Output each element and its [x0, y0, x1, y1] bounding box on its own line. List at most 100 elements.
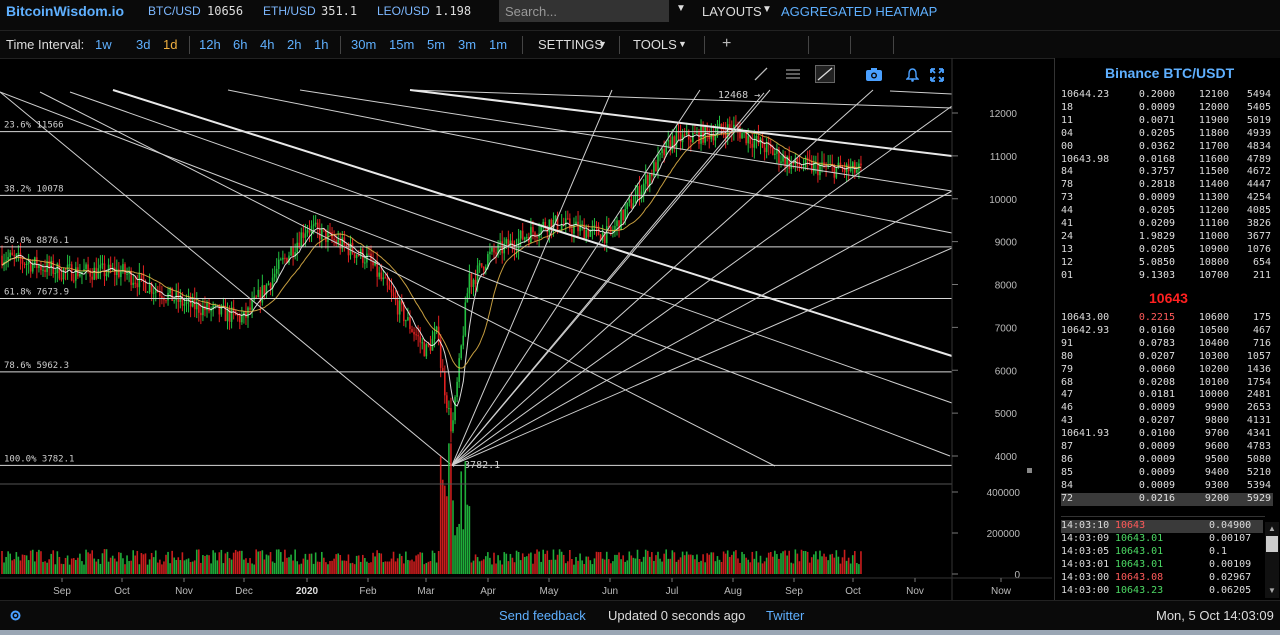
- orderbook-level: 10800: [1198, 256, 1229, 268]
- candle-body: [675, 132, 678, 148]
- interval-3d[interactable]: 3d: [136, 37, 150, 52]
- volume-bar: [107, 561, 110, 574]
- orderbook-bid-row[interactable]: 10643.00 0.2215 10600 175: [1061, 312, 1273, 325]
- volume-bar: [292, 560, 294, 574]
- volume-bar: [542, 549, 544, 574]
- volume-bar: [7, 551, 9, 574]
- orderbook-bid-row[interactable]: 10641.93 0.0100 9700 4341: [1061, 428, 1273, 441]
- interval-2h[interactable]: 2h: [287, 37, 301, 52]
- trades-scrollbar[interactable]: ▲ ▼: [1265, 522, 1279, 598]
- orderbook-ask-row[interactable]: 73 0.0009 11300 4254: [1061, 192, 1273, 205]
- ticker-ethusd-label[interactable]: ETH/USD: [263, 4, 316, 18]
- interval-1h[interactable]: 1h: [314, 37, 328, 52]
- orderbook-ask-row[interactable]: 12 5.0850 10800 654: [1061, 257, 1273, 270]
- orderbook-bid-row[interactable]: 46 0.0009 9900 2653: [1061, 402, 1273, 415]
- price-chart[interactable]: 23.6% 11566 38.2% 10078 50.0% 8876.1 61.8% …: [0, 58, 1052, 600]
- scroll-marker: [1027, 468, 1032, 473]
- orderbook-vol: 0.0009: [1138, 101, 1175, 113]
- interval-4h[interactable]: 4h: [260, 37, 274, 52]
- brand-logo[interactable]: BitcoinWisdom.io: [6, 3, 124, 19]
- trade-amount: 0.00109: [1209, 558, 1252, 570]
- ticker-leousd-value: 1.198: [435, 4, 472, 18]
- scroll-down-icon[interactable]: ▼: [1268, 586, 1276, 595]
- candle-body: [663, 149, 665, 156]
- ticker-leousd-label[interactable]: LEO/USD: [377, 4, 430, 18]
- orderbook-bid-row[interactable]: 47 0.0181 10000 2481: [1061, 389, 1273, 402]
- settings-gear-icon[interactable]: [9, 609, 22, 622]
- interval-12h[interactable]: 12h: [199, 37, 221, 52]
- orderbook-bid-row[interactable]: 85 0.0009 9400 5210: [1061, 467, 1273, 480]
- orderbook-ask-row[interactable]: 44 0.0205 11200 4085: [1061, 205, 1273, 218]
- search-input[interactable]: [499, 0, 669, 22]
- search-dropdown-icon[interactable]: ▼: [676, 3, 686, 14]
- ticker-btcusd-label[interactable]: BTC/USD: [148, 4, 201, 18]
- send-feedback-link[interactable]: Send feedback: [499, 608, 586, 623]
- orderbook-ask-row[interactable]: 04 0.0205 11800 4939: [1061, 128, 1273, 141]
- settings-chevron-icon[interactable]: ▼: [598, 39, 607, 49]
- orderbook-bid-row[interactable]: 72 0.0216 9200 5929: [1061, 492, 1273, 506]
- interval-5m[interactable]: 5m: [427, 37, 445, 52]
- aggregated-heatmap-link[interactable]: AGGREGATED HEATMAP: [781, 4, 937, 19]
- candle-body: [185, 301, 188, 304]
- volume-bar: [259, 551, 262, 574]
- volume-bar: [478, 561, 481, 574]
- low-annotation: ← 3782.1: [452, 460, 500, 471]
- candle-body: [7, 257, 9, 261]
- orderbook-vol: 0.0207: [1138, 350, 1175, 362]
- candle-body: [798, 165, 801, 167]
- orderbook-ask-row[interactable]: 00 0.0362 11700 4834: [1061, 141, 1273, 154]
- orderbook-bid-row[interactable]: 79 0.0060 10200 1436: [1061, 364, 1273, 377]
- twitter-link[interactable]: Twitter: [766, 608, 804, 623]
- volume-bar: [126, 555, 128, 574]
- candle-body: [75, 267, 77, 281]
- volume-bar: [630, 555, 633, 574]
- orderbook-ask-row[interactable]: 01 9.1303 10700 211: [1061, 270, 1273, 283]
- volume-bar: [189, 562, 192, 574]
- orderbook-ask-row[interactable]: 78 0.2818 11400 4447: [1061, 179, 1273, 192]
- volume-bar: [148, 559, 151, 574]
- interval-30m[interactable]: 30m: [351, 37, 376, 52]
- orderbook-ask-row[interactable]: 10643.98 0.0168 11600 4789: [1061, 154, 1273, 167]
- interval-15m[interactable]: 15m: [389, 37, 414, 52]
- volume-bar: [813, 554, 815, 574]
- candle-body: [275, 268, 278, 274]
- orderbook-bid-row[interactable]: 86 0.0009 9500 5080: [1061, 454, 1273, 467]
- fan-line: [451, 105, 953, 466]
- tools-menu[interactable]: TOOLS: [633, 37, 677, 52]
- orderbook-bid-row[interactable]: 43 0.0207 9800 4131: [1061, 415, 1273, 428]
- orderbook-bid-row[interactable]: 84 0.0009 9300 5394: [1061, 480, 1273, 493]
- orderbook-bid-row[interactable]: 87 0.0009 9600 4783: [1061, 441, 1273, 454]
- interval-1w[interactable]: 1w: [95, 37, 112, 52]
- orderbook-ask-row[interactable]: 11 0.0071 11900 5019: [1061, 115, 1273, 128]
- candle-body: [31, 263, 34, 272]
- volume-bar: [79, 553, 81, 574]
- interval-6h[interactable]: 6h: [233, 37, 247, 52]
- interval-1m[interactable]: 1m: [489, 37, 507, 52]
- orderbook-title[interactable]: Binance BTC/USDT: [1105, 65, 1234, 81]
- layouts-chevron-icon[interactable]: ▼: [762, 4, 772, 15]
- orderbook-bid-row[interactable]: 68 0.0208 10100 1754: [1061, 377, 1273, 390]
- orderbook-ask-row[interactable]: 41 0.0209 11100 3826: [1061, 218, 1273, 231]
- scroll-up-icon[interactable]: ▲: [1268, 524, 1276, 533]
- orderbook-bid-row[interactable]: 91 0.0783 10400 716: [1061, 338, 1273, 351]
- orderbook-price: 10642.93: [1061, 324, 1110, 336]
- interval-3m[interactable]: 3m: [458, 37, 476, 52]
- candle-body: [392, 292, 395, 297]
- crosshair-icon[interactable]: +: [722, 35, 731, 53]
- interval-1d[interactable]: 1d: [163, 37, 177, 52]
- orderbook-ask-row[interactable]: 18 0.0009 12000 5405: [1061, 102, 1273, 115]
- orderbook-ask-row[interactable]: 24 1.9829 11000 3677: [1061, 231, 1273, 244]
- volume-bar: [214, 552, 216, 574]
- orderbook-bid-row[interactable]: 10642.93 0.0160 10500 467: [1061, 325, 1273, 338]
- tools-chevron-icon[interactable]: ▼: [678, 39, 687, 49]
- volume-bar: [716, 556, 719, 574]
- orderbook-bid-row[interactable]: 80 0.0207 10300 1057: [1061, 351, 1273, 364]
- orderbook-ask-row[interactable]: 13 0.0205 10900 1076: [1061, 244, 1273, 257]
- trades-scrollbar-thumb[interactable]: [1266, 536, 1278, 552]
- orderbook-ask-row[interactable]: 84 0.3757 11500 4672: [1061, 166, 1273, 179]
- settings-menu[interactable]: SETTINGS: [538, 37, 603, 52]
- volume-bar: [46, 562, 48, 574]
- layouts-menu[interactable]: LAYOUTS: [702, 4, 762, 19]
- volume-bar: [679, 557, 682, 574]
- orderbook-ask-row[interactable]: 10644.23 0.2000 12100 5494: [1061, 89, 1273, 102]
